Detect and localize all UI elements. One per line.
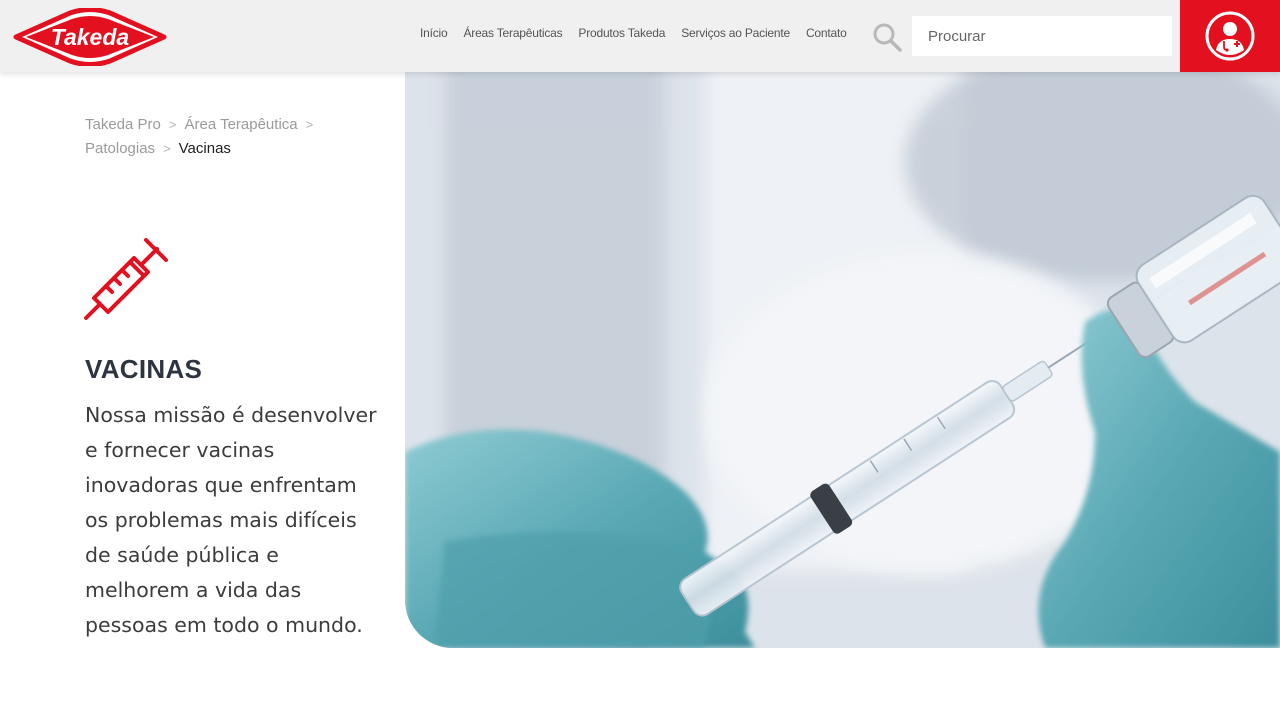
nav-inicio[interactable]: Início (420, 26, 448, 40)
nav-contato[interactable]: Contato (806, 26, 847, 40)
page-title: VACINAS (85, 354, 203, 384)
logo-text: Takeda (51, 24, 130, 50)
search-input[interactable] (912, 16, 1172, 56)
breadcrumb-separator: > (168, 117, 177, 132)
syringe-icon (84, 234, 172, 322)
breadcrumb: Takeda Pro > Área Terapêutica > Patologias > V… (85, 113, 375, 161)
main-nav: Início Áreas Terapêuticas Produtos Taked… (420, 26, 847, 40)
breadcrumb-separator: > (163, 141, 171, 156)
vaccine-syringe-photo (405, 72, 1280, 648)
search-icon[interactable] (872, 22, 902, 52)
site-header: Takeda Início Áreas Terapêuticas Produto… (0, 0, 1280, 72)
breadcrumb-patologias[interactable]: Patologias (85, 140, 155, 157)
nav-servicos-paciente[interactable]: Serviços ao Paciente (681, 26, 790, 40)
breadcrumb-takeda-pro[interactable]: Takeda Pro (85, 116, 161, 133)
doctor-account-button[interactable] (1180, 0, 1280, 72)
nav-areas-terapeuticas[interactable]: Áreas Terapêuticas (463, 26, 562, 40)
breadcrumb-current: Vacinas (178, 140, 231, 157)
nav-produtos-takeda[interactable]: Produtos Takeda (578, 26, 665, 40)
breadcrumb-area-terapeutica[interactable]: Área Terapêutica (184, 116, 297, 133)
breadcrumb-separator: > (305, 117, 314, 132)
doctor-user-icon (1205, 11, 1255, 61)
mission-description: Nossa missão é desenvolver e fornecer va… (85, 403, 377, 637)
takeda-logo[interactable]: Takeda (12, 7, 168, 67)
